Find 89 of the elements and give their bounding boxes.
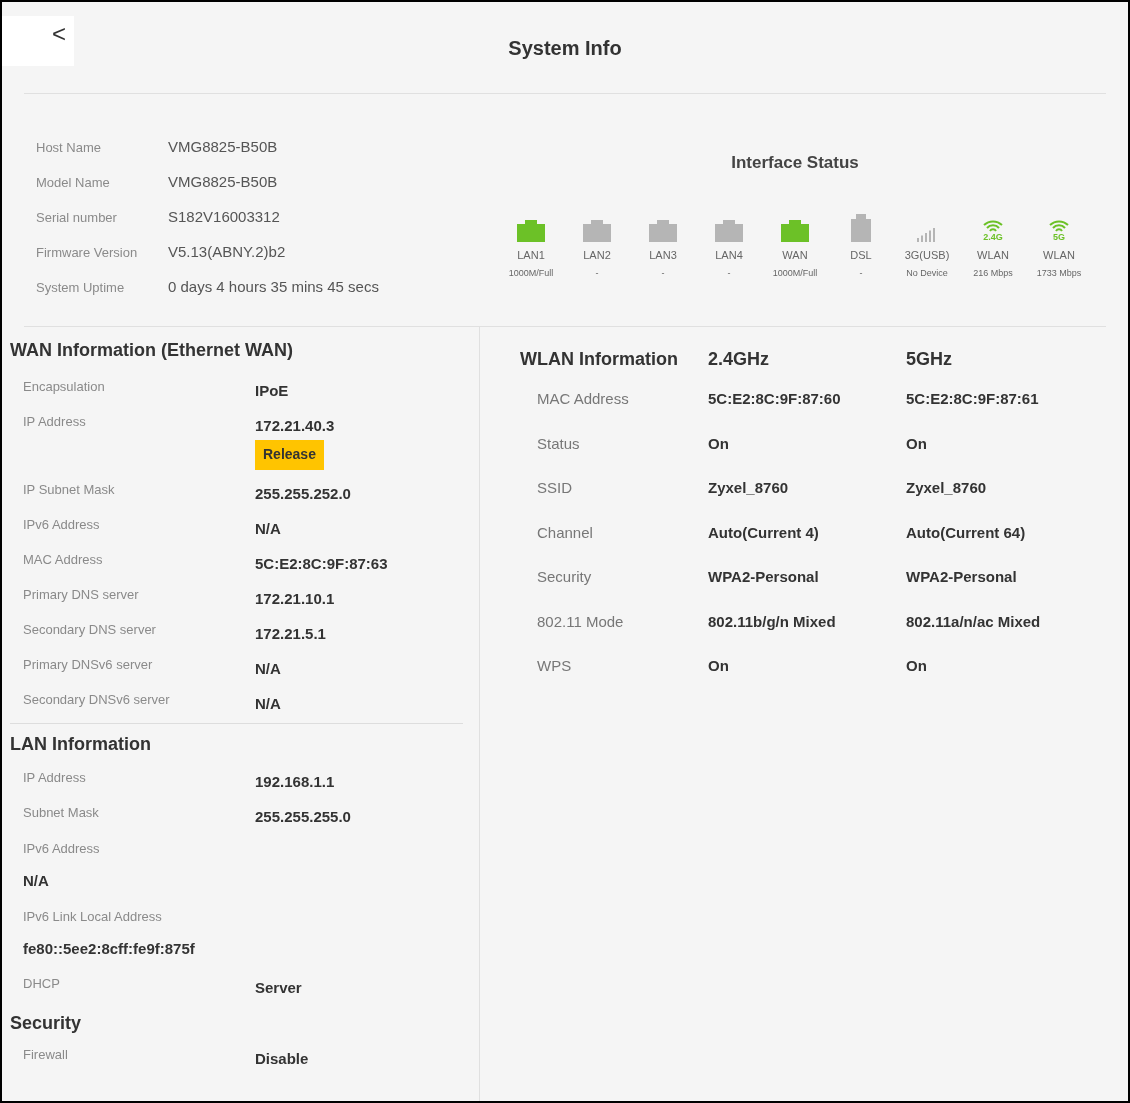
interface-name: DSL (850, 247, 872, 263)
field-label: Subnet Mask (23, 803, 100, 822)
field-value: WPA2-Personal (906, 567, 1018, 587)
info-label: System Uptime (36, 278, 126, 297)
field-value: N/A (255, 658, 281, 679)
interface-name: LAN3 (649, 247, 677, 263)
section-title: WLAN Information (520, 347, 679, 371)
field-label: Status (536, 433, 581, 454)
field-label: IP Subnet Mask (23, 480, 116, 499)
field-value: 5C:E2:8C:9F:87:61 (906, 389, 1040, 409)
info-value: V5.13(ABNY.2)b2 (168, 242, 286, 263)
field-value: 255.255.252.0 (255, 483, 351, 504)
interface-status: - (661, 267, 665, 280)
field-value: On (708, 656, 730, 676)
info-value: VMG8825-B50B (168, 137, 278, 158)
field-label: Encapsulation (23, 378, 106, 396)
section-title: WAN Information (Ethernet WAN) (10, 339, 293, 362)
field-value: fe80::5ee2:8cff:fe9f:875f (23, 938, 195, 959)
field-value: N/A (255, 518, 281, 539)
field-value: 802.11b/g/n Mixed (708, 611, 837, 632)
interface-name: WAN (782, 247, 808, 263)
field-value: On (906, 433, 928, 454)
field-value: Auto(Current 64) (906, 522, 1027, 543)
interface-name: LAN1 (517, 247, 545, 263)
field-label: MAC Address (23, 550, 104, 569)
field-label: 802.11 Mode (536, 611, 625, 632)
interface-status: - (727, 267, 731, 280)
column-header: 2.4GHz (708, 347, 771, 371)
field-label: IP Address (23, 413, 87, 431)
field-value: 5C:E2:8C:9F:87:60 (708, 389, 842, 409)
field-label: Firewall (23, 1045, 69, 1064)
info-label: Host Name (36, 138, 103, 157)
field-value: 172.21.40.3 (255, 416, 335, 436)
field-value: Server (255, 977, 302, 998)
info-value: S182V16003312 (168, 207, 280, 228)
field-label: Channel (536, 522, 594, 543)
field-label: WPS (536, 656, 573, 676)
field-value: N/A (255, 693, 281, 714)
back-button[interactable]: < (2, 16, 74, 66)
release-button[interactable]: Release (255, 439, 324, 470)
section-title: Interface Status (731, 152, 859, 174)
field-label: DHCP (23, 974, 61, 993)
field-value: On (708, 433, 730, 454)
column-header: 5GHz (906, 347, 953, 371)
field-value: Zyxel_8760 (708, 478, 790, 498)
field-value: 802.11a/n/ac Mixed (906, 611, 1042, 632)
interface-status: No Device (906, 267, 948, 280)
field-value: 5C:E2:8C:9F:87:63 (255, 553, 388, 574)
info-label: Model Name (36, 173, 111, 192)
field-value: Disable (255, 1048, 309, 1069)
field-value: N/A (23, 870, 49, 891)
interface-status: 1733 Mbps (1036, 267, 1082, 280)
page-title: System Info (508, 35, 622, 61)
section-title: LAN Information (10, 732, 151, 756)
interface-name: WLAN (977, 247, 1009, 263)
field-label: IPv6 Link Local Address (23, 907, 162, 926)
field-label: IP Address (23, 768, 87, 787)
field-value: 192.168.1.1 (255, 771, 335, 792)
section-title: Security (10, 1011, 82, 1035)
field-value: 172.21.5.1 (255, 623, 326, 644)
field-label: Security (536, 567, 593, 587)
field-label: Primary DNS server (23, 585, 140, 604)
interface-name: WLAN (1043, 247, 1075, 263)
interface-status: 1000M/Full (508, 267, 554, 280)
field-value: 172.21.10.1 (255, 588, 335, 609)
field-label: IPv6 Address (23, 515, 101, 534)
field-value: WPA2-Personal (708, 567, 820, 587)
info-label: Serial number (36, 208, 118, 227)
info-label: Firmware Version (36, 243, 139, 262)
interface-status: 1000M/Full (772, 267, 818, 280)
interface-name: 3G(USB) (904, 247, 950, 263)
field-value: Zyxel_8760 (906, 478, 988, 498)
field-label: IPv6 Address (23, 839, 100, 858)
field-label: Secondary DNS server (23, 620, 157, 639)
field-value: 255.255.255.0 (255, 806, 351, 827)
interface-status: - (595, 267, 599, 280)
info-value: VMG8825-B50B (168, 172, 278, 193)
field-label: SSID (536, 478, 573, 498)
interface-status: 216 Mbps (973, 267, 1013, 280)
info-value: 0 days 4 hours 35 mins 45 secs (168, 277, 379, 298)
field-label: Primary DNSv6 server (23, 655, 154, 674)
field-value: IPoE (255, 381, 289, 401)
field-label: Secondary DNSv6 server (23, 690, 171, 709)
interface-name: LAN4 (715, 247, 743, 263)
field-value: Auto(Current 4) (708, 522, 820, 543)
interface-status: - (859, 267, 863, 280)
field-value: On (906, 656, 928, 676)
field-label: MAC Address (536, 389, 630, 409)
interface-name: LAN2 (583, 247, 611, 263)
